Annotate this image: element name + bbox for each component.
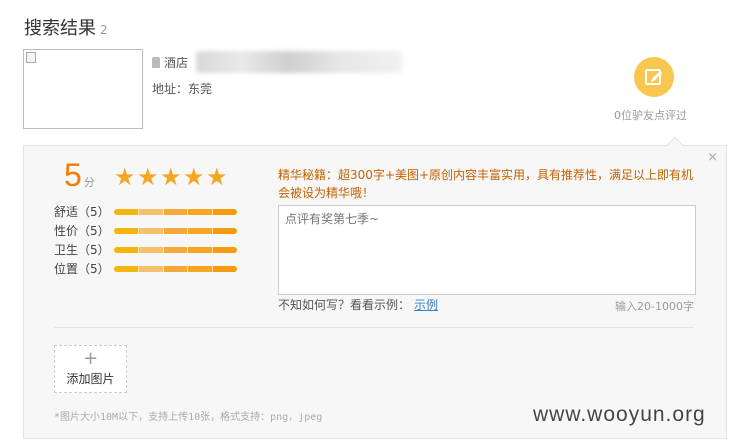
hotel-name-row: 酒店 — [152, 51, 403, 73]
review-panel: × 5分 ★ ★ ★ ★ ★ 舒适（5） 性价（5） 卫生（5） 位置（5） 精… — [23, 136, 727, 439]
howto-hint: 不知如何写？看看示例： 示例 — [278, 296, 438, 313]
star-rating[interactable]: ★ ★ ★ ★ ★ — [114, 165, 229, 189]
page-title: 搜索结果 2 — [24, 14, 108, 40]
photo-hint: *图片大小10M以下，支持上传10张，格式支持：png，jpeg — [54, 412, 323, 423]
rating-row-comfort: 舒适（5） — [54, 202, 237, 221]
rating-label: 性价（5） — [54, 224, 110, 238]
plus-icon: + — [82, 348, 99, 369]
star-icon[interactable]: ★ — [183, 165, 205, 189]
score-value: 5 — [64, 157, 82, 193]
review-textarea[interactable] — [278, 205, 696, 295]
star-icon[interactable]: ★ — [114, 165, 136, 189]
hotel-address: 地址：东莞 — [152, 82, 213, 96]
overall-score: 5分 — [64, 158, 95, 192]
panel-pointer — [666, 136, 684, 154]
rating-label: 卫生（5） — [54, 243, 110, 257]
star-icon[interactable]: ★ — [160, 165, 182, 189]
rating-bar[interactable] — [114, 208, 237, 215]
edit-icon — [645, 69, 662, 85]
star-icon[interactable]: ★ — [137, 165, 159, 189]
rating-bar[interactable] — [114, 227, 237, 234]
write-review-button[interactable] — [634, 57, 674, 97]
example-link[interactable]: 示例 — [414, 298, 438, 312]
divider — [54, 327, 694, 328]
rating-label: 舒适（5） — [54, 205, 110, 219]
rating-bar[interactable] — [114, 246, 237, 253]
rating-label: 位置（5） — [54, 262, 110, 276]
hotel-type-label: 酒店 — [164, 55, 189, 70]
hotel-thumbnail[interactable] — [23, 49, 143, 129]
result-count: 2 — [100, 23, 108, 37]
char-limit: 输入20-1000字 — [615, 300, 694, 313]
review-tips: 精华秘籍：超300字+美图+原创内容丰富实用，具有推荐性，满足以上即有机会被设为… — [278, 168, 694, 200]
building-icon — [152, 56, 160, 68]
rating-row-value: 性价（5） — [54, 221, 237, 240]
review-count-text: 0位驴友点评过 — [614, 109, 687, 122]
howto-text: 不知如何写？看看示例： — [278, 298, 411, 312]
rating-row-location: 位置（5） — [54, 259, 237, 278]
hotel-name-redacted — [196, 51, 403, 73]
add-photo-button[interactable]: + 添加图片 — [54, 345, 127, 393]
broken-image-icon — [26, 52, 36, 63]
star-icon[interactable]: ★ — [206, 165, 228, 189]
sub-ratings: 舒适（5） 性价（5） 卫生（5） 位置（5） — [54, 202, 237, 278]
score-unit: 分 — [83, 176, 95, 189]
add-photo-label: 添加图片 — [66, 372, 115, 386]
close-icon[interactable]: × — [707, 150, 718, 165]
page-title-text: 搜索结果 — [24, 18, 96, 39]
rating-row-hygiene: 卫生（5） — [54, 240, 237, 259]
rating-bar[interactable] — [114, 265, 237, 272]
watermark: www.wooyun.org — [533, 403, 706, 426]
